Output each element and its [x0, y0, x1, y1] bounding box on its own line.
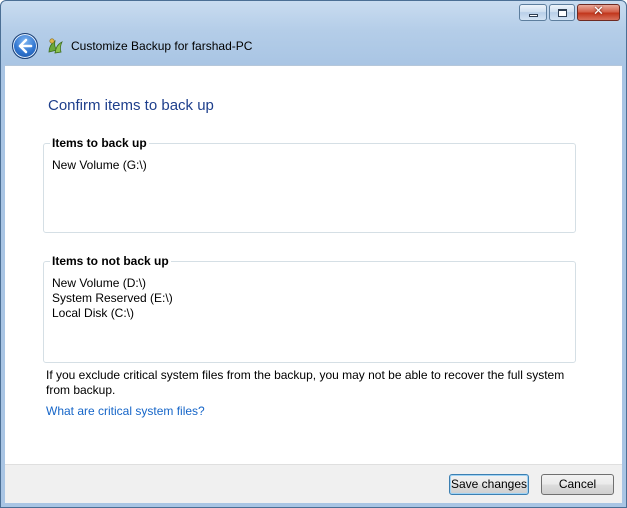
list-item: Local Disk (C:\) — [52, 306, 135, 320]
critical-files-help-link[interactable]: What are critical system files? — [46, 404, 205, 418]
warning-text: If you exclude critical system files fro… — [46, 368, 565, 397]
nav-bar: Customize Backup for farshad-PC — [1, 27, 626, 65]
close-button[interactable]: ✕ — [577, 4, 620, 21]
save-changes-button[interactable]: Save changes — [449, 474, 529, 495]
close-icon: ✕ — [593, 4, 604, 19]
group-legend: Items to not back up — [50, 254, 171, 268]
window-title: Customize Backup for farshad-PC — [71, 39, 253, 53]
cancel-button[interactable]: Cancel — [541, 474, 614, 495]
maximize-icon — [558, 9, 567, 17]
minimize-icon — [529, 14, 538, 17]
caption-buttons: ✕ — [519, 4, 620, 21]
maximize-button[interactable] — [549, 4, 575, 21]
backup-window: ✕ Customize Backup for farshad-PC Confir… — [0, 0, 627, 508]
content-panel: Confirm items to back up Items to back u… — [5, 65, 622, 464]
backup-items-list: New Volume (G:\) — [52, 158, 147, 173]
back-button[interactable] — [12, 33, 38, 59]
minimize-button[interactable] — [519, 4, 547, 21]
page-title: Confirm items to back up — [48, 97, 214, 114]
backup-app-icon — [48, 38, 63, 54]
items-to-not-back-up-group: Items to not back up New Volume (D:\) Sy… — [43, 254, 576, 363]
group-legend: Items to back up — [50, 136, 149, 150]
back-arrow-icon — [18, 38, 33, 54]
button-bar: Save changes Cancel — [5, 464, 622, 503]
items-to-back-up-group: Items to back up New Volume (G:\) — [43, 136, 576, 233]
list-item: New Volume (G:\) — [52, 158, 147, 172]
excluded-items-list: New Volume (D:\) System Reserved (E:\) L… — [52, 276, 173, 321]
list-item: System Reserved (E:\) — [52, 291, 173, 305]
list-item: New Volume (D:\) — [52, 276, 147, 290]
